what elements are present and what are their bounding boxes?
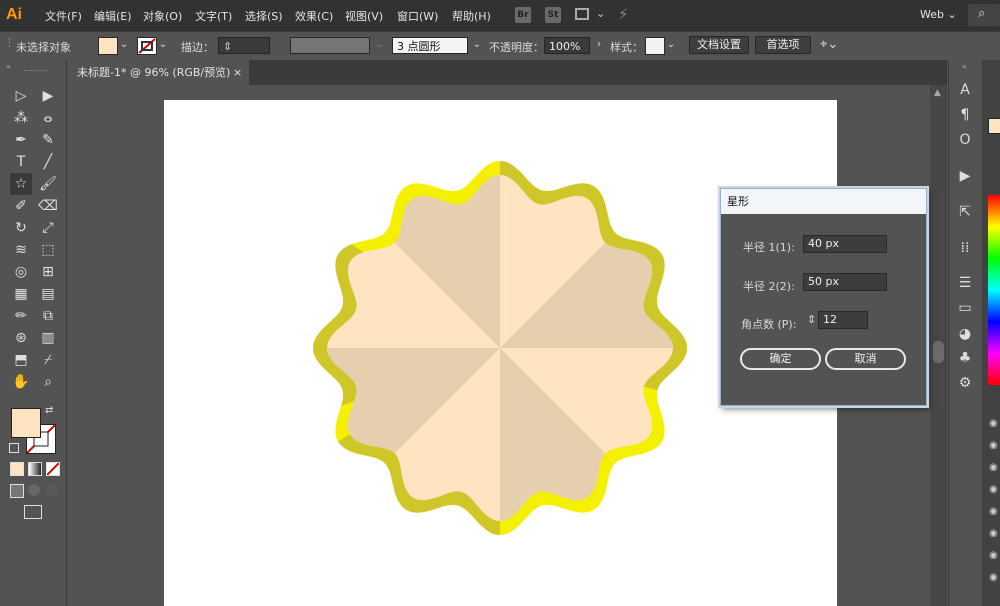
export-icon[interactable]: ⇱ (956, 204, 974, 222)
grid-icon[interactable]: ⁞⁞ (956, 240, 974, 258)
visibility-eye-icon[interactable]: ◉ (989, 484, 998, 495)
radius2-label: 半径 2(2): (743, 280, 795, 293)
points-label: 角点数 (P): (741, 318, 797, 331)
play-icon[interactable]: ▶ (956, 168, 974, 186)
color-panel-swatch[interactable] (988, 118, 1000, 134)
cancel-button[interactable]: 取消 (825, 348, 906, 370)
star-dialog: 星形 半径 1(1): 40 px 半径 2(2): 50 px 角点数 (P)… (720, 188, 927, 406)
scroll-thumb[interactable] (933, 341, 944, 363)
align-icon[interactable]: ☰ (956, 275, 974, 293)
visibility-eye-icon[interactable]: ◉ (989, 550, 998, 561)
collapse-dock-icon[interactable]: « (962, 62, 967, 71)
paragraph-icon[interactable]: ¶ (956, 107, 974, 125)
dialog-title: 星形 (721, 189, 926, 214)
color-spectrum[interactable] (988, 195, 1000, 385)
symbols-icon[interactable]: ♣ (956, 350, 974, 368)
appearance-icon[interactable]: ◕ (956, 326, 974, 344)
transparency-icon[interactable]: ▭ (956, 300, 974, 318)
visibility-eye-icon[interactable]: ◉ (989, 506, 998, 517)
visibility-eye-icon[interactable]: ◉ (989, 418, 998, 429)
character-icon[interactable]: A (956, 82, 974, 100)
visibility-eye-icon[interactable]: ◉ (989, 572, 998, 583)
radius1-input[interactable]: 40 px (803, 235, 887, 253)
points-input[interactable]: 12 (818, 311, 868, 329)
visibility-eye-icon[interactable]: ◉ (989, 462, 998, 473)
scroll-up-icon[interactable]: ▲ (934, 88, 941, 98)
visibility-eye-icon[interactable]: ◉ (989, 528, 998, 539)
radius2-input[interactable]: 50 px (803, 273, 887, 291)
visibility-eye-icon[interactable]: ◉ (989, 440, 998, 451)
opentype-icon[interactable]: O (956, 132, 974, 150)
radius1-label: 半径 1(1): (743, 241, 795, 254)
gear-icon[interactable]: ⚙ (956, 375, 974, 393)
ok-button[interactable]: 确定 (740, 348, 821, 370)
